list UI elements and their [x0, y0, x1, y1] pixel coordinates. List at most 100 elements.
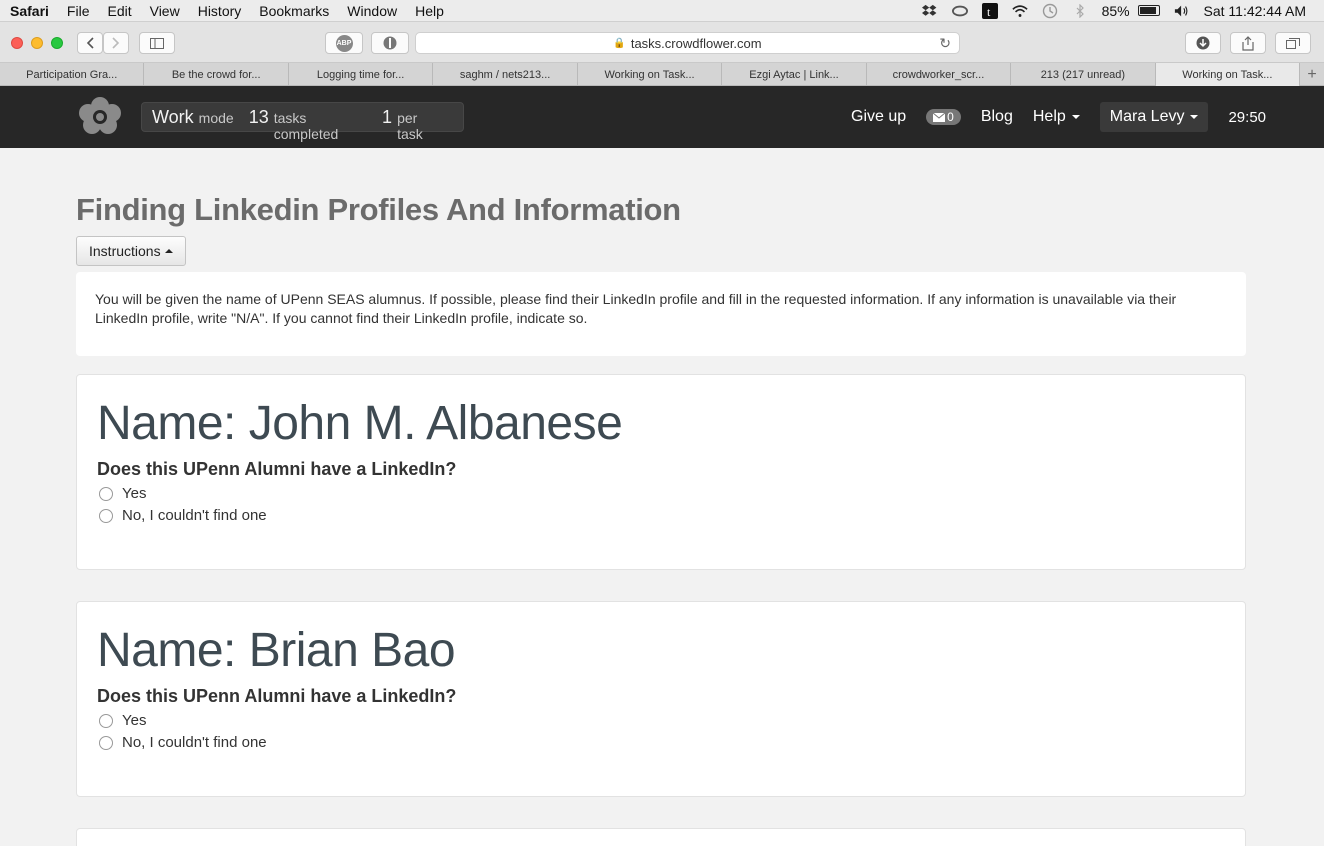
extension-button[interactable]	[371, 32, 409, 54]
tab-bar: Participation Gra... Be the crowd for...…	[0, 63, 1324, 86]
option-no-label: No, I couldn't find one	[122, 507, 267, 524]
instructions-toggle-button[interactable]: Instructions	[76, 236, 186, 266]
instructions-text: You will be given the name of UPenn SEAS…	[95, 291, 1177, 326]
menu-history[interactable]: History	[198, 3, 242, 19]
menu-file[interactable]: File	[67, 3, 90, 19]
work-stats: Work mode 13 tasks completed 1 per task	[141, 102, 464, 142]
per-task-label: per task	[397, 110, 423, 142]
share-icon	[1242, 35, 1254, 51]
forward-button[interactable]	[103, 32, 129, 54]
chevron-right-icon	[112, 37, 120, 49]
help-label: Help	[1032, 108, 1066, 125]
tasks-completed-count: 13	[248, 107, 269, 127]
navbar-actions: Give up 0 Blog Help Mara Levy 29:50	[851, 102, 1266, 132]
radio-no[interactable]	[99, 735, 113, 750]
share-button[interactable]	[1230, 32, 1266, 54]
option-yes-label: Yes	[122, 485, 147, 502]
user-menu[interactable]: Mara Levy	[1099, 102, 1209, 132]
browser-tab[interactable]: Participation Gra...	[0, 63, 145, 86]
adblock-button[interactable]: ABP	[325, 32, 363, 54]
bluetooth-icon[interactable]	[1072, 4, 1088, 18]
lock-icon: 🔒	[613, 37, 626, 49]
option-no-label: No, I couldn't find one	[122, 734, 267, 751]
crowdflower-logo-icon[interactable]	[76, 96, 124, 136]
chevron-left-icon	[86, 37, 94, 49]
linkedin-question: Does this UPenn Alumni have a LinkedIn?	[97, 459, 457, 479]
menu-view[interactable]: View	[150, 3, 180, 19]
download-icon	[1196, 36, 1210, 50]
menu-window[interactable]: Window	[347, 3, 397, 19]
url-text: tasks.crowdflower.com	[630, 35, 762, 51]
shield-icon	[383, 36, 397, 50]
reload-icon[interactable]: ↻	[939, 35, 951, 52]
browser-tab[interactable]: Be the crowd for...	[144, 63, 289, 86]
linkedin-question: Does this UPenn Alumni have a LinkedIn?	[97, 686, 457, 706]
envelope-icon	[933, 112, 946, 122]
tumblr-icon[interactable]: t	[981, 3, 998, 19]
menubar-clock[interactable]: Sat 11:42:44 AM	[1204, 3, 1306, 19]
alumnus-name: Name: John M. Albanese	[97, 397, 623, 450]
option-yes-label: Yes	[122, 712, 147, 729]
time-machine-icon[interactable]	[1042, 3, 1058, 19]
browser-tab[interactable]: 213 (217 unread)	[1011, 63, 1156, 86]
browser-tab[interactable]: crowdworker_scr...	[867, 63, 1012, 86]
menu-edit[interactable]: Edit	[107, 3, 131, 19]
option-yes[interactable]: Yes	[97, 485, 1225, 502]
caret-up-icon	[164, 249, 173, 253]
browser-tab[interactable]: Ezgi Aytac | Link...	[722, 63, 867, 86]
option-yes[interactable]: Yes	[97, 712, 1225, 729]
browser-tab-active[interactable]: Working on Task...	[1155, 63, 1301, 86]
give-up-link[interactable]: Give up	[851, 108, 906, 126]
radio-no[interactable]	[99, 508, 113, 523]
tabs-icon	[1286, 38, 1300, 49]
address-bar[interactable]: 🔒 tasks.crowdflower.com ↻	[415, 32, 960, 54]
caret-down-icon	[1071, 114, 1080, 119]
option-no[interactable]: No, I couldn't find one	[97, 734, 1225, 751]
status-area: t 85% Sat 11:42:44 AM	[921, 0, 1306, 22]
tasks-completed-label: tasks completed	[273, 110, 339, 142]
instructions-panel: You will be given the name of UPenn SEAS…	[76, 272, 1246, 356]
mode-value: Work	[152, 107, 194, 127]
mode-label: mode	[198, 110, 234, 126]
dropbox-icon[interactable]	[921, 4, 938, 18]
main-content: Finding Linkedin Profiles And Informatio…	[76, 148, 1246, 846]
creative-cloud-icon[interactable]	[951, 4, 968, 18]
blog-link[interactable]: Blog	[981, 108, 1013, 126]
sidebar-icon	[150, 37, 164, 49]
per-task-value: 1	[382, 107, 393, 127]
task-card: Name: Brian Bao Does this UPenn Alumni h…	[76, 601, 1246, 797]
app-navbar: Work mode 13 tasks completed 1 per task …	[0, 86, 1324, 148]
menu-app-safari[interactable]: Safari	[10, 3, 49, 19]
tab-overview-button[interactable]	[1275, 32, 1311, 54]
browser-toolbar: ABP 🔒 tasks.crowdflower.com ↻	[0, 22, 1324, 63]
task-card: Name: John M. Albanese Does this UPenn A…	[76, 374, 1246, 570]
user-name: Mara Levy	[1109, 108, 1185, 125]
task-card-partial	[76, 828, 1246, 846]
downloads-button[interactable]	[1185, 32, 1221, 54]
browser-tab[interactable]: saghm / nets213...	[433, 63, 578, 86]
alumnus-name: Name: Brian Bao	[97, 624, 456, 677]
volume-icon[interactable]	[1174, 4, 1190, 18]
new-tab-button[interactable]: +	[1300, 63, 1324, 86]
option-no[interactable]: No, I couldn't find one	[97, 507, 1225, 524]
battery-indicator[interactable]: 85%	[1102, 3, 1160, 19]
adblock-icon: ABP	[335, 34, 353, 52]
wifi-icon[interactable]	[1011, 4, 1028, 18]
messages-count: 0	[947, 110, 954, 124]
caret-down-icon	[1190, 114, 1199, 119]
menu-help[interactable]: Help	[415, 3, 444, 19]
help-dropdown[interactable]: Help	[1033, 108, 1080, 126]
zoom-window-button[interactable]	[51, 37, 63, 49]
page-title: Finding Linkedin Profiles And Informatio…	[76, 192, 681, 227]
back-button[interactable]	[77, 32, 103, 54]
instructions-button-label: Instructions	[89, 243, 161, 259]
minimize-window-button[interactable]	[31, 37, 43, 49]
sidebar-toggle-button[interactable]	[139, 32, 175, 54]
menu-bookmarks[interactable]: Bookmarks	[259, 3, 329, 19]
radio-yes[interactable]	[99, 486, 113, 501]
messages-badge[interactable]: 0	[926, 109, 961, 125]
close-window-button[interactable]	[11, 37, 23, 49]
browser-tab[interactable]: Logging time for...	[289, 63, 434, 86]
radio-yes[interactable]	[99, 713, 113, 728]
browser-tab[interactable]: Working on Task...	[578, 63, 723, 86]
